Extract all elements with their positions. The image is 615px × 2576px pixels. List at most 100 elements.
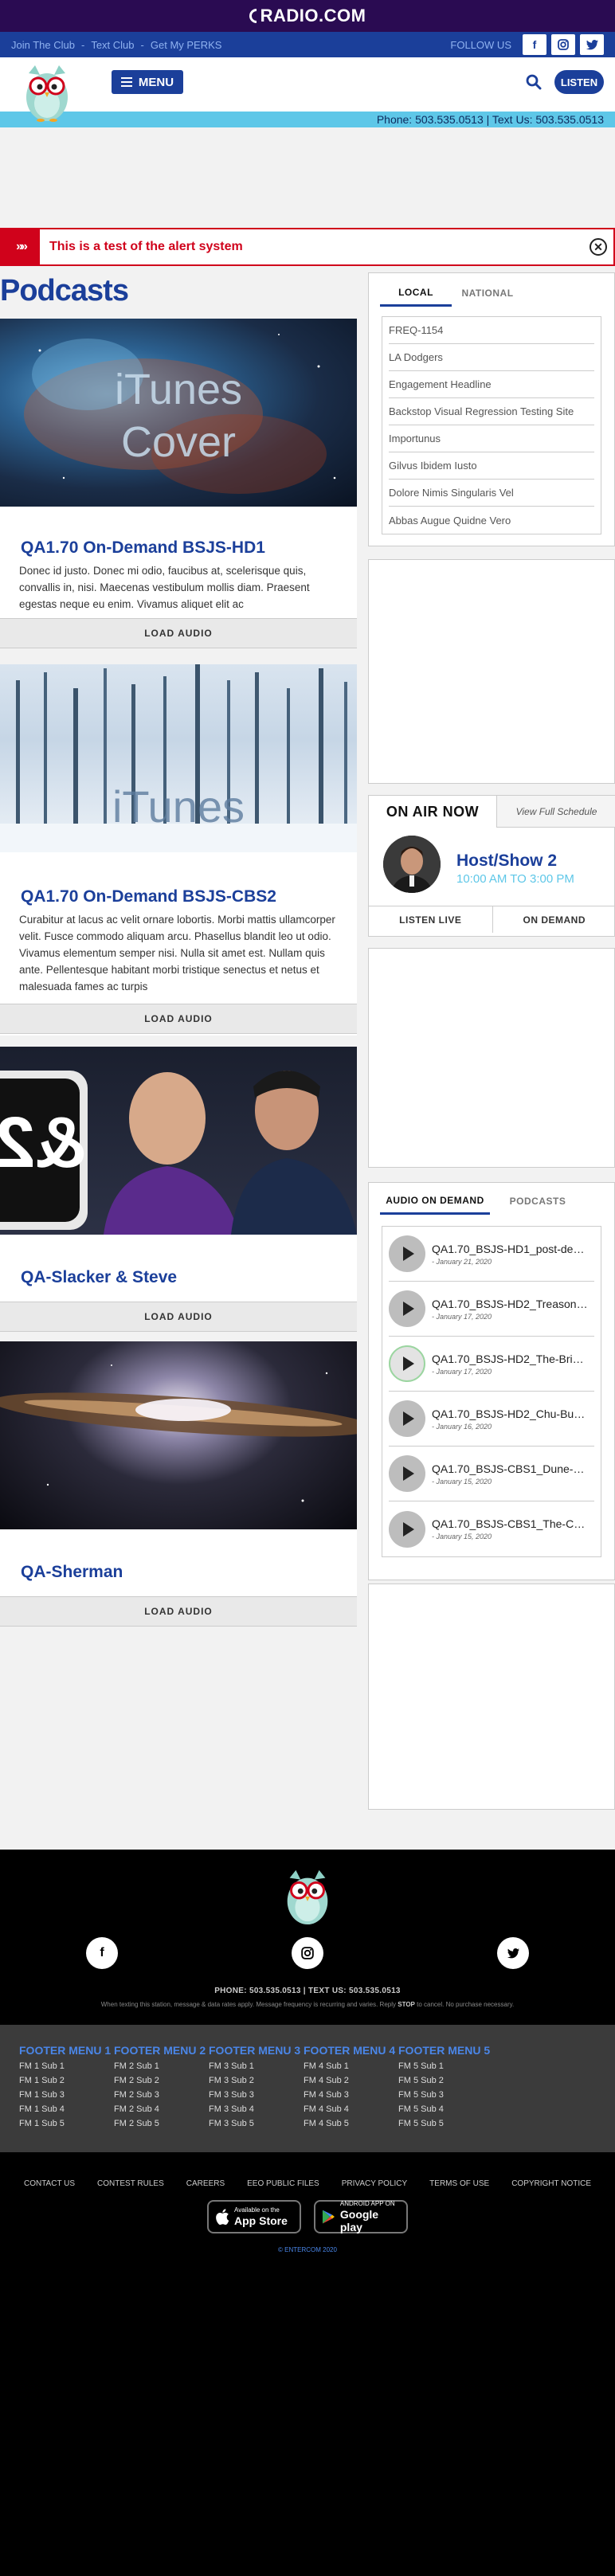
on-air-title: ON AIR NOW	[386, 803, 480, 820]
footer-menu-item[interactable]: FM 2 Sub 4	[114, 2104, 208, 2119]
perks-link[interactable]: Get My PERKS	[151, 39, 222, 51]
footer-menu-item[interactable]: FM 3 Sub 3	[209, 2090, 303, 2104]
play-icon[interactable]	[389, 1345, 425, 1382]
on-demand-button[interactable]: ON DEMAND	[493, 906, 615, 933]
footer-menu-item[interactable]: FM 5 Sub 2	[398, 2076, 492, 2090]
footer-menu-item[interactable]: FM 3 Sub 1	[209, 2061, 303, 2076]
footer-menu-item[interactable]: FM 1 Sub 2	[19, 2076, 113, 2090]
list-item[interactable]: QA1.70_BSJS-CBS1_The-Corn-Maze - January …	[389, 1501, 594, 1556]
list-item[interactable]: QA1.70_BSJS-HD2_Treason-Tea - January 17,…	[389, 1282, 594, 1337]
podcast-image[interactable]: &2	[0, 1047, 357, 1235]
join-club-link[interactable]: Join The Club	[11, 39, 75, 51]
play-icon[interactable]	[389, 1400, 425, 1437]
podcast-title[interactable]: QA-Slacker & Steve	[0, 1268, 357, 1287]
podcast-image[interactable]: iTunes Cover	[0, 319, 357, 507]
app-store-badge[interactable]: Available on the App Store	[207, 2200, 301, 2233]
footer-menu-item[interactable]: FM 2 Sub 5	[114, 2119, 208, 2133]
footer-link-terms[interactable]: TERMS OF USE	[418, 2179, 500, 2188]
footer-menu-item[interactable]: FM 1 Sub 5	[19, 2119, 113, 2133]
footer-link-privacy[interactable]: PRIVACY POLICY	[331, 2179, 418, 2188]
podcast-card: QA-Sherman LOAD AUDIO	[0, 1341, 357, 1627]
footer-menu-item[interactable]: FM 1 Sub 3	[19, 2090, 113, 2104]
list-item[interactable]: Backstop Visual Regression Testing Site	[389, 398, 594, 425]
list-item[interactable]: QA1.70_BSJS-HD2_The-Bride-Wars - January …	[389, 1337, 594, 1392]
listen-live-button[interactable]: LISTEN LIVE	[369, 906, 493, 933]
footer-menu-item[interactable]: FM 4 Sub 1	[304, 2061, 398, 2076]
google-play-badge[interactable]: ANDROID APP ON Google play	[314, 2200, 408, 2233]
host-show-name[interactable]: Host/Show 2	[456, 851, 557, 871]
footer-menu-title[interactable]: FOOTER MENU 5	[398, 2044, 492, 2061]
instagram-icon[interactable]	[551, 34, 575, 55]
footer-menu-item[interactable]: FM 2 Sub 2	[114, 2076, 208, 2090]
load-audio-button[interactable]: LOAD AUDIO	[0, 1596, 357, 1627]
load-audio-button[interactable]: LOAD AUDIO	[0, 1004, 357, 1034]
list-item[interactable]: Abbas Augue Quidne Vero	[389, 507, 594, 534]
list-item[interactable]: QA1.70_BSJS-HD1_post-deployment - January…	[389, 1227, 594, 1282]
footer-menu-title[interactable]: FOOTER MENU 1	[19, 2044, 113, 2061]
facebook-icon[interactable]: f	[523, 34, 546, 55]
load-audio-button[interactable]: LOAD AUDIO	[0, 618, 357, 648]
play-icon[interactable]	[389, 1510, 425, 1548]
close-icon[interactable]: ✕	[590, 238, 607, 256]
podcast-title[interactable]: QA1.70 On-Demand BSJS-CBS2	[0, 887, 357, 906]
owl-station-logo[interactable]	[21, 62, 73, 123]
radio-com-logo[interactable]: RADIO.COM	[249, 6, 366, 26]
podcast-title[interactable]: QA1.70 On-Demand BSJS-HD1	[0, 538, 357, 558]
footer-menu-item[interactable]: FM 2 Sub 1	[114, 2061, 208, 2076]
twitter-icon[interactable]	[497, 1937, 529, 1969]
instagram-icon[interactable]	[292, 1937, 323, 1969]
host-avatar[interactable]	[383, 836, 441, 893]
list-item[interactable]: Engagement Headline	[389, 371, 594, 398]
menu-button[interactable]: MENU	[112, 70, 183, 94]
footer-menu-title[interactable]: FOOTER MENU 3	[209, 2044, 303, 2061]
play-icon[interactable]	[389, 1235, 425, 1272]
footer-menu-item[interactable]: FM 5 Sub 4	[398, 2104, 492, 2119]
search-icon[interactable]	[526, 74, 542, 90]
twitter-icon[interactable]	[580, 34, 604, 55]
load-audio-button[interactable]: LOAD AUDIO	[0, 1302, 357, 1332]
list-item[interactable]: LA Dodgers	[389, 344, 594, 371]
facebook-icon[interactable]: f	[86, 1937, 118, 1969]
footer-menu-title[interactable]: FOOTER MENU 2	[114, 2044, 208, 2061]
text-club-link[interactable]: Text Club	[91, 39, 134, 51]
footer-menu-item[interactable]: FM 5 Sub 1	[398, 2061, 492, 2076]
footer-menu-item[interactable]: FM 4 Sub 3	[304, 2090, 398, 2104]
footer-menu-item[interactable]: FM 3 Sub 5	[209, 2119, 303, 2133]
footer-menu-item[interactable]: FM 3 Sub 2	[209, 2076, 303, 2090]
footer-menu-item[interactable]: FM 5 Sub 3	[398, 2090, 492, 2104]
podcast-image[interactable]: iTunes	[0, 664, 357, 852]
footer-menu-title[interactable]: FOOTER MENU 4	[304, 2044, 398, 2061]
footer-link-contest-rules[interactable]: CONTEST RULES	[86, 2179, 175, 2188]
owl-footer-logo[interactable]	[280, 1867, 335, 1926]
play-icon[interactable]	[389, 1290, 425, 1327]
footer-link-contact[interactable]: CONTACT US	[13, 2179, 86, 2188]
list-item[interactable]: FREQ-1154	[389, 317, 594, 344]
tab-podcasts[interactable]: PODCASTS	[490, 1188, 586, 1215]
list-item[interactable]: Dolore Nimis Singularis Vel	[389, 480, 594, 507]
list-item[interactable]: Importunus	[389, 425, 594, 452]
list-item[interactable]: QA1.70_BSJS-CBS1_Dune-Club - January 15, …	[389, 1447, 594, 1501]
footer-link-copyright[interactable]: COPYRIGHT NOTICE	[500, 2179, 602, 2188]
listen-button[interactable]: LISTEN	[554, 70, 604, 94]
footer-menu-item[interactable]: FM 4 Sub 5	[304, 2119, 398, 2133]
footer-menu-item[interactable]: FM 1 Sub 4	[19, 2104, 113, 2119]
tab-local[interactable]: LOCAL	[380, 280, 452, 307]
tab-national[interactable]: NATIONAL	[452, 280, 523, 307]
podcast-title[interactable]: QA-Sherman	[0, 1563, 357, 1582]
footer-menu-item[interactable]: FM 4 Sub 4	[304, 2104, 398, 2119]
audio-date: - January 17, 2020	[432, 1367, 492, 1376]
play-icon[interactable]	[389, 1455, 425, 1492]
footer-link-careers[interactable]: CAREERS	[175, 2179, 236, 2188]
podcast-image[interactable]	[0, 1341, 357, 1529]
audio-list: QA1.70_BSJS-HD1_post-deployment - January…	[382, 1226, 601, 1557]
view-schedule-link[interactable]: View Full Schedule	[496, 796, 615, 828]
footer-menu-item[interactable]: FM 2 Sub 3	[114, 2090, 208, 2104]
footer-menu-item[interactable]: FM 4 Sub 2	[304, 2076, 398, 2090]
footer-menu-item[interactable]: FM 1 Sub 1	[19, 2061, 113, 2076]
tab-audio-on-demand[interactable]: AUDIO ON DEMAND	[380, 1188, 490, 1215]
list-item[interactable]: QA1.70_BSJS-HD2_Chu-Bu-and-Chimp - Januar…	[389, 1392, 594, 1447]
list-item[interactable]: Gilvus Ibidem Iusto	[389, 452, 594, 480]
footer-menu-item[interactable]: FM 5 Sub 5	[398, 2119, 492, 2133]
footer-link-eeo[interactable]: EEO PUBLIC FILES	[236, 2179, 331, 2188]
footer-menu-item[interactable]: FM 3 Sub 4	[209, 2104, 303, 2119]
